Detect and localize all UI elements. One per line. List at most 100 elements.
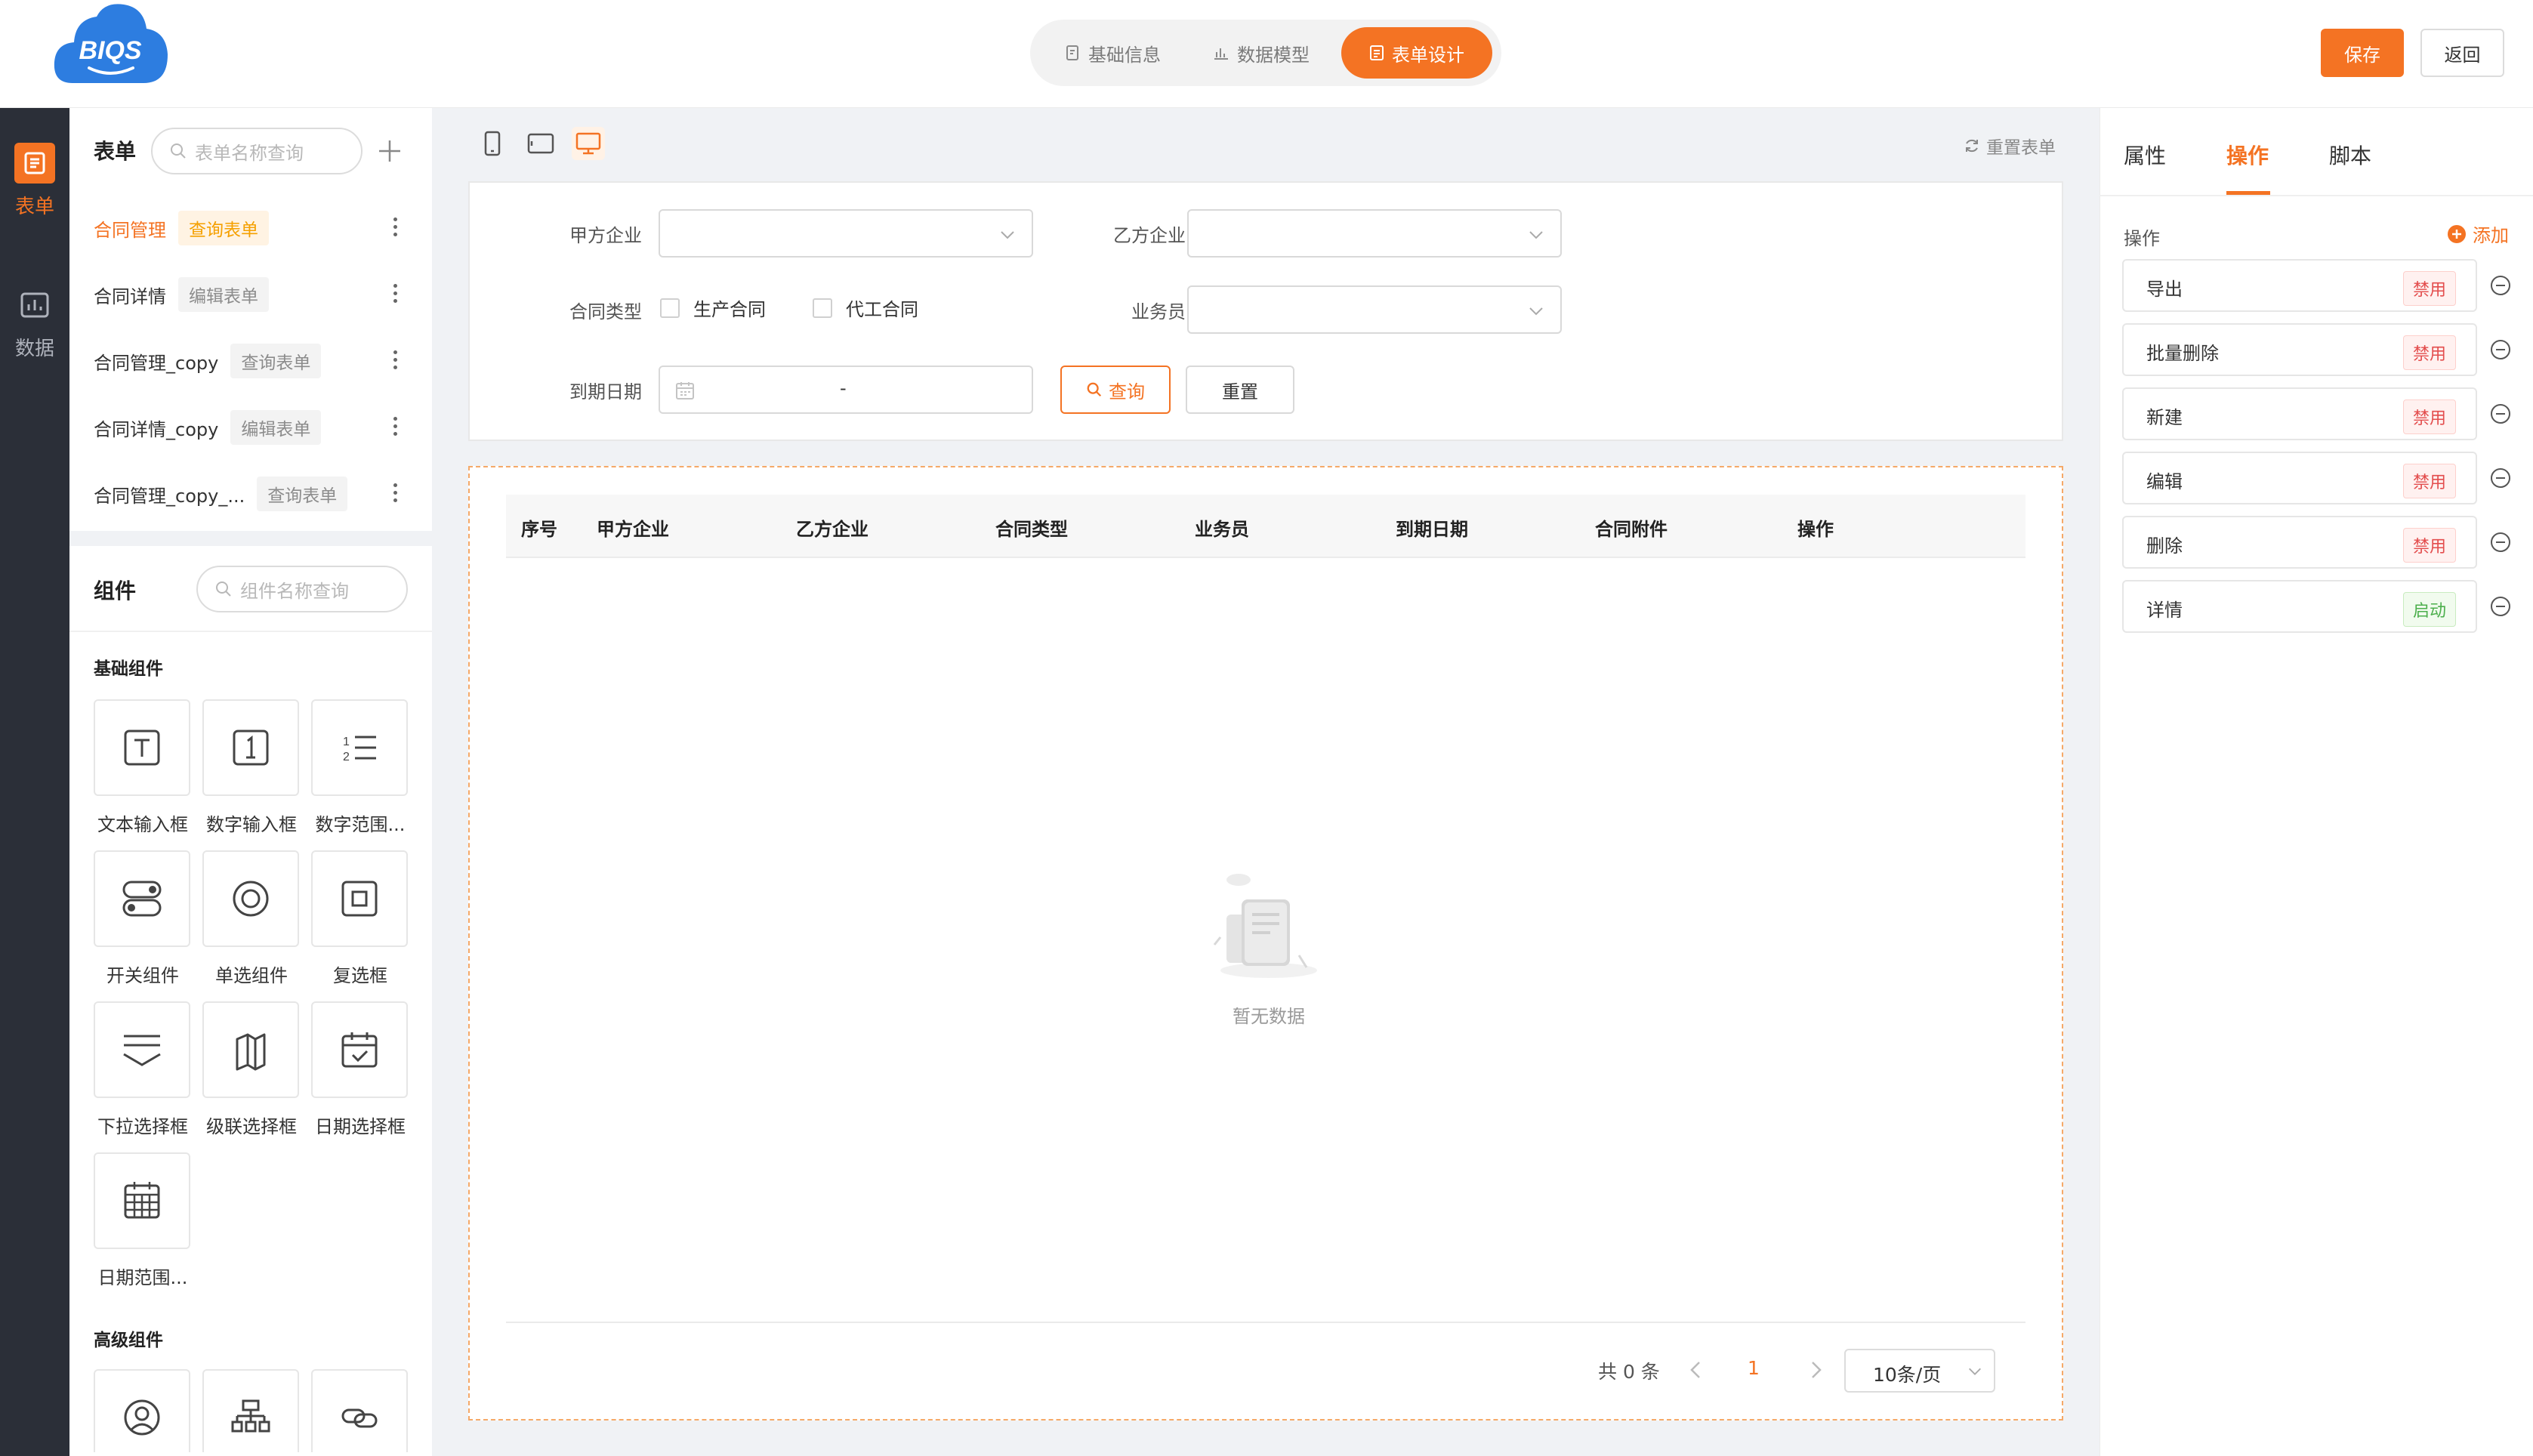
step-tab-basic-info[interactable]: 基础信息 (1045, 27, 1181, 79)
more-icon[interactable] (393, 284, 397, 305)
tab-properties[interactable]: 属性 (2124, 140, 2166, 170)
column-header: 序号 (521, 519, 557, 540)
column-header: 合同类型 (995, 519, 1068, 540)
more-icon[interactable] (393, 417, 397, 438)
step-tab-data-model[interactable]: 数据模型 (1193, 27, 1329, 79)
component-number-input[interactable]: 数字输入框 (202, 699, 301, 843)
pagination-current-page[interactable]: 1 (1748, 1357, 1760, 1379)
action-status-tag[interactable]: 禁用 (2402, 399, 2456, 434)
remove-action-icon[interactable] (2489, 403, 2512, 425)
step-tab-form-design[interactable]: 表单设计 (1341, 27, 1492, 79)
form-list-item[interactable]: 合同管理_copy 查询表单 (94, 340, 426, 382)
form-list-item[interactable]: 合同详情_copy 编辑表单 (94, 406, 426, 449)
component-user-select[interactable] (94, 1369, 192, 1452)
action-row-detail[interactable]: 详情 启动 (2122, 580, 2477, 633)
more-icon[interactable] (393, 217, 397, 239)
calendar-icon (676, 382, 694, 399)
component-checkbox[interactable]: 复选框 (311, 850, 409, 994)
filter-card: 甲方企业 乙方企业 合同类型 生产合同 代工合同 业务员 到期日期 - 查询 重… (468, 181, 2063, 441)
due-date-range-picker[interactable]: - (659, 366, 1033, 414)
action-status-tag[interactable]: 禁用 (2402, 335, 2456, 370)
checkbox-label: 代工合同 (846, 299, 918, 320)
action-row-export[interactable]: 导出 禁用 (2122, 259, 2477, 312)
remove-action-icon[interactable] (2489, 338, 2512, 361)
more-icon[interactable] (393, 350, 397, 372)
rail-item-label: 数据 (14, 338, 54, 360)
component-link[interactable] (311, 1369, 409, 1452)
back-button[interactable]: 返回 (2420, 29, 2504, 77)
form-list-item[interactable]: 合同详情 编辑表单 (94, 273, 426, 316)
rail-item-label: 表单 (14, 196, 54, 218)
save-button[interactable]: 保存 (2321, 29, 2404, 77)
action-status-tag[interactable]: 禁用 (2402, 464, 2456, 498)
rail-item-data[interactable]: 数据 (0, 285, 69, 361)
step-tab-label: 基础信息 (1088, 44, 1161, 66)
query-button[interactable]: 查询 (1060, 366, 1171, 414)
action-row-edit[interactable]: 编辑 禁用 (2122, 452, 2477, 504)
component-date-picker[interactable]: 日期选择框 (311, 1001, 409, 1145)
reset-button[interactable]: 重置 (1186, 366, 1294, 414)
tablet-icon[interactable] (524, 127, 557, 160)
salesman-select[interactable] (1187, 285, 1562, 334)
add-action-button[interactable]: 添加 (2447, 221, 2509, 247)
component-radio[interactable]: 单选组件 (202, 850, 301, 994)
plus-circle-icon (2448, 224, 2466, 243)
component-search-input[interactable]: 组件名称查询 (196, 566, 408, 612)
form-list-item[interactable]: 合同管理_copy_... 查询表单 (94, 473, 426, 515)
form-list-item[interactable]: 合同管理 查询表单 (94, 207, 426, 249)
page-size-select[interactable]: 10条/页 (1844, 1349, 1995, 1393)
form-icon (14, 143, 55, 184)
add-form-icon[interactable] (377, 138, 403, 164)
pagination-total: 共 0 条 (1598, 1361, 1660, 1383)
reset-form-button[interactable]: 重置表单 (1964, 133, 2056, 159)
contract-type-oem-checkbox[interactable]: 代工合同 (813, 295, 918, 321)
bar-chart-icon (1214, 48, 1228, 60)
chevron-left-icon[interactable] (1687, 1359, 1705, 1380)
component-number-range[interactable]: 12 数字范围... (311, 699, 409, 843)
tab-actions[interactable]: 操作 (2226, 140, 2269, 170)
action-row-create[interactable]: 新建 禁用 (2122, 387, 2477, 440)
due-date-label: 到期日期 (569, 381, 642, 403)
party-b-select[interactable] (1187, 209, 1562, 258)
component-date-range[interactable]: 日期范围... (94, 1152, 192, 1296)
remove-action-icon[interactable] (2489, 467, 2512, 489)
text-input-icon (94, 699, 190, 796)
mobile-icon[interactable] (476, 127, 509, 160)
form-search-placeholder: 表单名称查询 (195, 142, 304, 164)
column-header: 合同附件 (1595, 519, 1668, 540)
search-icon (171, 143, 186, 159)
remove-action-icon[interactable] (2489, 595, 2512, 618)
form-search-input[interactable]: 表单名称查询 (151, 128, 363, 174)
chevron-down-icon (1529, 231, 1543, 239)
radio-icon (202, 850, 299, 947)
component-panel: 组件 组件名称查询 基础组件 文本输入框 数字输入框 12 数字范围... 开关… (69, 546, 432, 1456)
action-status-tag[interactable]: 禁用 (2402, 528, 2456, 563)
page-size-value: 10条/页 (1873, 1364, 1942, 1386)
party-a-select[interactable] (659, 209, 1033, 258)
component-dropdown[interactable]: 下拉选择框 (94, 1001, 192, 1145)
action-row-batch-delete[interactable]: 批量删除 禁用 (2122, 323, 2477, 376)
action-status-tag[interactable]: 禁用 (2402, 271, 2456, 306)
action-status-tag[interactable]: 启动 (2402, 592, 2456, 627)
component-cascader[interactable]: 级联选择框 (202, 1001, 301, 1145)
add-action-label: 添加 (2473, 225, 2509, 246)
component-switch[interactable]: 开关组件 (94, 850, 192, 994)
tab-script[interactable]: 脚本 (2329, 140, 2371, 170)
remove-action-icon[interactable] (2489, 274, 2512, 297)
rail-item-form[interactable]: 表单 (0, 143, 69, 219)
reset-form-label: 重置表单 (1986, 138, 2056, 158)
chevron-right-icon[interactable] (1806, 1359, 1825, 1380)
component-label: 单选组件 (215, 965, 288, 986)
column-header: 业务员 (1195, 519, 1249, 540)
biqs-logo[interactable]: BIQS (50, 0, 172, 92)
desktop-icon[interactable] (572, 127, 605, 160)
more-icon[interactable] (393, 483, 397, 504)
left-rail: 表单 数据 (0, 108, 69, 1456)
action-row-delete[interactable]: 删除 禁用 (2122, 516, 2477, 569)
contract-type-production-checkbox[interactable]: 生产合同 (660, 295, 766, 321)
component-text-input[interactable]: 文本输入框 (94, 699, 192, 843)
remove-action-icon[interactable] (2489, 531, 2512, 554)
step-tabs: 基础信息 数据模型 表单设计 (1030, 20, 1501, 86)
component-org-tree[interactable] (202, 1369, 301, 1452)
component-label: 文本输入框 (97, 814, 188, 835)
